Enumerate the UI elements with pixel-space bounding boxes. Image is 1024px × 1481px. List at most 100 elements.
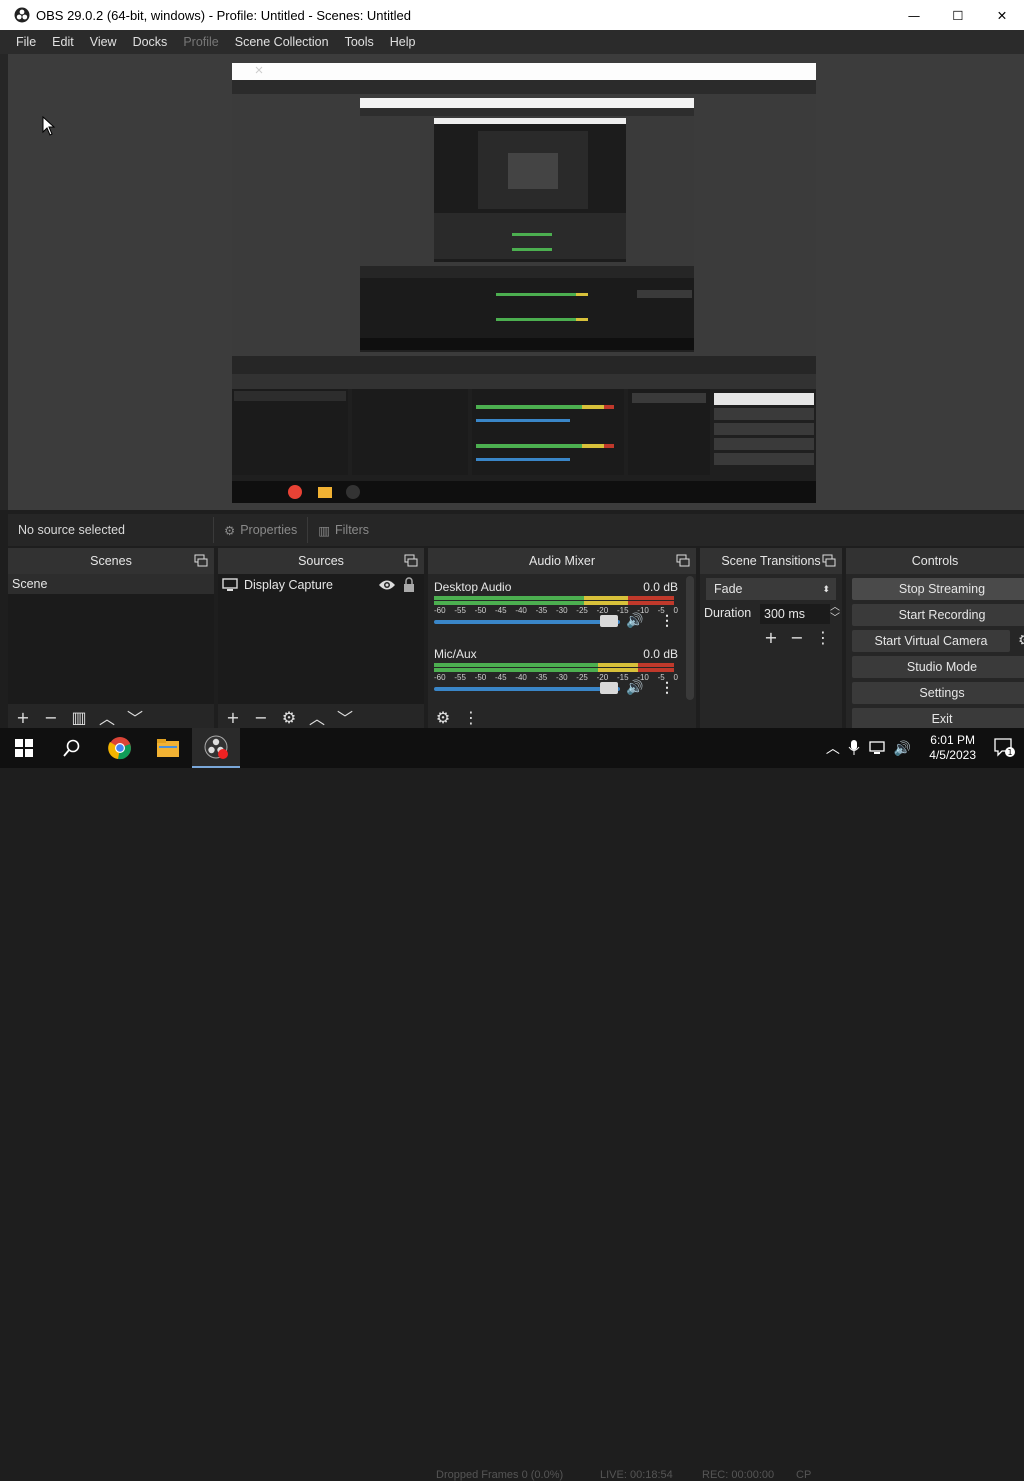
menu-docks[interactable]: Docks <box>125 30 176 54</box>
undock-icon[interactable] <box>194 554 208 568</box>
more-options-icon[interactable]: ⋮ <box>660 679 674 696</box>
remove-scene-button[interactable]: − <box>40 706 62 728</box>
remove-transition-button[interactable]: − <box>786 626 808 648</box>
menu-scene-collection[interactable]: Scene Collection <box>227 30 337 54</box>
studio-mode-button[interactable]: Studio Mode <box>852 656 1024 678</box>
channel-name: Mic/Aux <box>434 647 477 661</box>
mixer-scrollbar[interactable] <box>686 576 694 700</box>
volume-slider[interactable] <box>434 687 620 691</box>
menu-edit[interactable]: Edit <box>44 30 82 54</box>
svg-text:1: 1 <box>1007 748 1012 757</box>
undock-icon[interactable] <box>676 554 690 568</box>
clock-date: 4/5/2023 <box>929 748 976 762</box>
rec-timer-text: REC: 00:00:00 <box>702 1469 775 1481</box>
windows-taskbar: Dropped Frames 0 (0.0%) LIVE: 00:18:54 R… <box>0 728 1024 1481</box>
minimize-button[interactable]: — <box>892 0 936 30</box>
duration-input[interactable]: 300 ms <box>760 604 830 624</box>
mixer-toolbar: ⚙ ⋮ <box>428 704 696 730</box>
remove-source-button[interactable]: − <box>250 706 272 728</box>
mixer-settings-button[interactable]: ⚙ <box>432 706 454 728</box>
taskbar-file-explorer[interactable] <box>144 728 192 768</box>
start-button[interactable] <box>0 728 48 768</box>
source-properties-button[interactable]: ⚙ <box>278 706 300 728</box>
chevron-down-icon: ﹀ <box>126 709 143 728</box>
move-up-button[interactable]: ︿ <box>96 706 118 728</box>
eye-icon[interactable] <box>378 578 396 592</box>
duration-spinner-icon[interactable]: ︿ ﹀ <box>830 602 840 624</box>
volume-meter <box>434 663 678 667</box>
gear-icon: ⚙ <box>435 707 451 727</box>
notification-icon[interactable]: 1 <box>994 738 1016 758</box>
volume-meter <box>434 668 678 672</box>
add-source-button[interactable]: + <box>222 706 244 728</box>
volume-slider-handle[interactable] <box>600 682 618 694</box>
spinner-arrows-icon: ⬍ <box>822 583 830 594</box>
close-button[interactable]: ✕ <box>980 0 1024 30</box>
volume-slider-handle[interactable] <box>600 615 618 627</box>
clock[interactable]: 6:01 PM 4/5/2023 <box>929 733 976 763</box>
chevron-up-icon[interactable]: ︿ <box>826 738 840 758</box>
add-transition-button[interactable]: + <box>760 626 782 648</box>
gear-icon: ⚙ <box>224 523 236 538</box>
speaker-icon[interactable]: 🔊 <box>894 740 911 757</box>
gear-icon[interactable]: ⚙ <box>1018 631 1024 649</box>
speaker-icon[interactable]: 🔊 <box>626 612 643 629</box>
source-item[interactable]: Display Capture <box>218 574 424 596</box>
properties-button[interactable]: ⚙ Properties <box>213 517 307 543</box>
taskbar-chrome[interactable] <box>96 728 144 768</box>
filters-button[interactable]: ▥ Filters <box>307 517 379 543</box>
start-virtual-camera-button[interactable]: Start Virtual Camera <box>852 630 1010 652</box>
menu-help[interactable]: Help <box>382 30 424 54</box>
move-up-button[interactable]: ︿ <box>306 706 328 728</box>
microphone-icon[interactable] <box>848 740 860 756</box>
menu-profile[interactable]: Profile <box>175 30 226 54</box>
menu-tools[interactable]: Tools <box>337 30 382 54</box>
sources-toolbar: + − ⚙ ︿ ﹀ <box>218 704 424 730</box>
mixer-menu-button[interactable]: ⋮ <box>460 706 482 728</box>
taskbar-obs[interactable] <box>192 728 240 768</box>
settings-button[interactable]: Settings <box>852 682 1024 704</box>
menu-view[interactable]: View <box>82 30 125 54</box>
lock-icon[interactable] <box>402 577 416 593</box>
transition-menu-button[interactable]: ⋮ <box>812 626 834 648</box>
speaker-icon[interactable]: 🔊 <box>626 679 643 696</box>
docks-area: Scenes Scene + − ▥ ︿ ﹀ Sources Display C… <box>8 548 1024 730</box>
preview-canvas[interactable] <box>232 63 816 503</box>
scene-filters-button[interactable]: ▥ <box>68 706 90 728</box>
mixer-channel-desktop: Desktop Audio 0.0 dB -60 -55 -50 -45 -40 -35-… <box>432 580 680 644</box>
controls-dock: Controls Stop Streaming Start Recording … <box>846 548 1024 730</box>
search-button[interactable] <box>48 728 96 768</box>
menu-file[interactable]: File <box>0 30 44 54</box>
exit-button[interactable]: Exit <box>852 708 1024 730</box>
stop-streaming-button[interactable]: Stop Streaming <box>852 578 1024 600</box>
start-recording-button[interactable]: Start Recording <box>852 604 1024 626</box>
cpu-text: CP <box>796 1469 812 1481</box>
undock-icon[interactable] <box>822 554 836 568</box>
scene-transitions-dock: Scene Transitions Fade ⬍ Duration 300 ms… <box>700 548 842 730</box>
source-toolbar: No source selected ⚙ Properties ▥ Filter… <box>8 514 1024 546</box>
live-timer-text: LIVE: 00:18:54 <box>600 1469 673 1481</box>
controls-dock-header: Controls <box>846 548 1024 574</box>
add-scene-button[interactable]: + <box>12 706 34 728</box>
scenes-dock: Scenes Scene + − ▥ ︿ ﹀ <box>8 548 214 730</box>
transition-select[interactable]: Fade ⬍ <box>706 578 836 600</box>
mixer-channel-mic: Mic/Aux 0.0 dB -60 -55 -50 -45 -40 -35 -30 -25-… <box>432 647 680 711</box>
filters-icon: ▥ <box>318 523 331 538</box>
move-down-button[interactable]: ﹀ <box>334 706 356 728</box>
sources-list: Display Capture <box>218 574 424 704</box>
chevron-down-icon: ﹀ <box>336 709 353 728</box>
scene-item[interactable]: Scene <box>8 574 214 594</box>
more-options-icon[interactable]: ⋮ <box>660 612 674 629</box>
volume-meter <box>434 601 678 605</box>
channel-db: 0.0 dB <box>643 647 678 661</box>
move-down-button[interactable]: ﹀ <box>124 706 146 728</box>
preview-capture-image <box>232 63 816 503</box>
transitions-dock-header: Scene Transitions <box>700 548 842 574</box>
more-options-icon: ⋮ <box>815 627 831 647</box>
undock-icon[interactable] <box>404 554 418 568</box>
mixer-channels: Desktop Audio 0.0 dB -60 -55 -50 -45 -40 -35-… <box>428 574 696 704</box>
folder-icon <box>157 739 179 757</box>
network-icon[interactable] <box>868 741 886 755</box>
maximize-button[interactable]: ☐ <box>936 0 980 30</box>
volume-slider[interactable] <box>434 620 620 624</box>
